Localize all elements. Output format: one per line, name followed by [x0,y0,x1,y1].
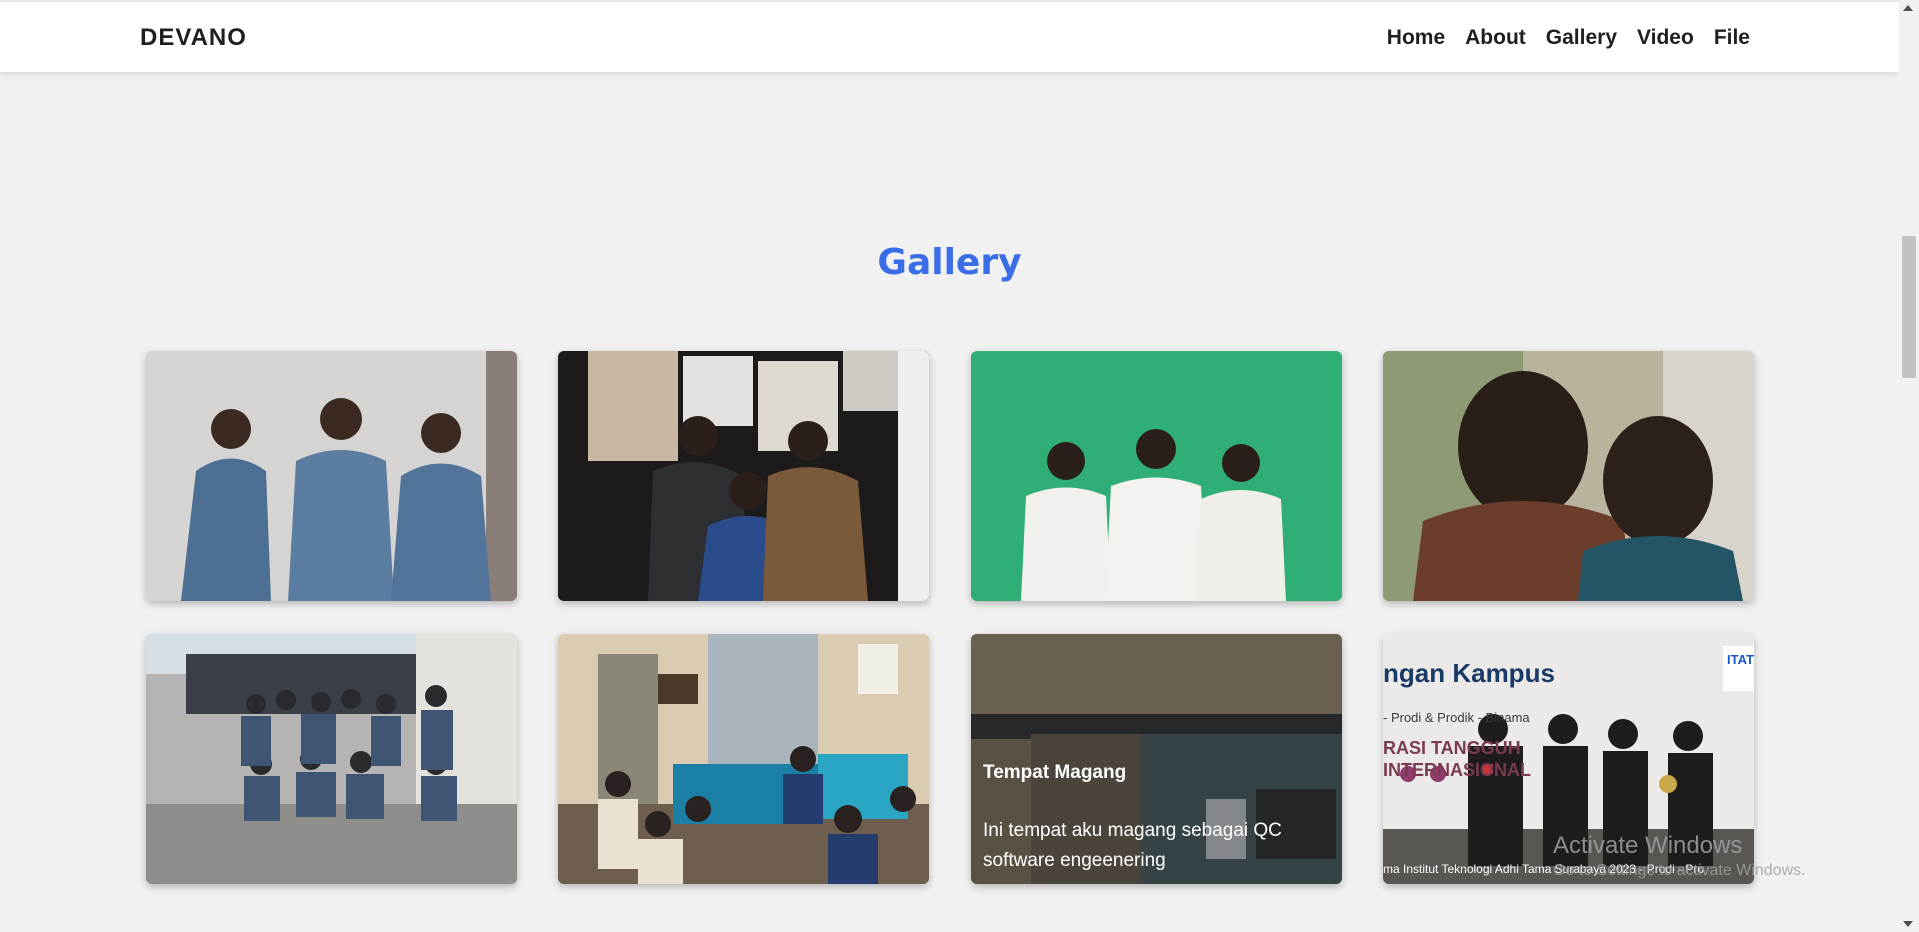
scrollbar-thumb[interactable] [1902,236,1916,378]
vertical-scrollbar[interactable] [1899,0,1919,932]
gallery-photo [971,351,1342,601]
gallery-photo [1383,351,1754,601]
nav-gallery[interactable]: Gallery [1546,26,1617,50]
watermark-subtitle: Go to Settings to activate Windows. [1553,862,1806,879]
itat-logo: ITAT [1727,652,1754,667]
overlay-title: Tempat Magang [983,762,1127,783]
gallery-card-3[interactable] [971,351,1342,601]
brand-logo[interactable]: DEVANO [140,24,247,52]
banner-line-2: INTERNASIONAL [1383,760,1531,780]
gallery-card-2[interactable] [558,351,929,601]
watermark-title: Activate Windows [1553,832,1743,859]
gallery-card-1[interactable] [146,351,517,601]
banner-text: ngan Kampus [1383,658,1555,688]
scroll-up-arrow-icon[interactable] [1903,5,1913,11]
nav-about[interactable]: About [1465,26,1526,50]
gallery-title: Gallery [877,242,1022,283]
gallery-card-5[interactable] [146,634,517,884]
gallery-card-6[interactable] [558,634,929,884]
gallery-photo [146,351,517,601]
gallery-card-7[interactable]: Tempat Magang Ini tempat aku magang seba… [971,634,1342,884]
gallery-card-4[interactable] [1383,351,1754,601]
banner-line: RASI TANGGUH [1383,738,1521,758]
gallery-photo [146,634,517,884]
nav-home[interactable]: Home [1387,26,1445,50]
gallery-photo [558,634,929,884]
top-navbar: DEVANO Home About Gallery Video File [0,0,1899,72]
photo-overlay: Tempat Magang Ini tempat aku magang seba… [971,634,1342,884]
banner-subtext: - Prodi & Prodik - Binama [1383,710,1530,725]
overlay-description: Ini tempat aku magang sebagai QC softwar… [983,820,1282,871]
nav-links: Home About Gallery Video File [1387,26,1750,50]
gallery-photo [558,351,929,601]
scroll-down-arrow-icon[interactable] [1903,921,1913,927]
nav-video[interactable]: Video [1637,26,1694,50]
nav-file[interactable]: File [1714,26,1750,50]
activate-windows-watermark: Activate Windows Go to Settings to activ… [1553,832,1806,880]
